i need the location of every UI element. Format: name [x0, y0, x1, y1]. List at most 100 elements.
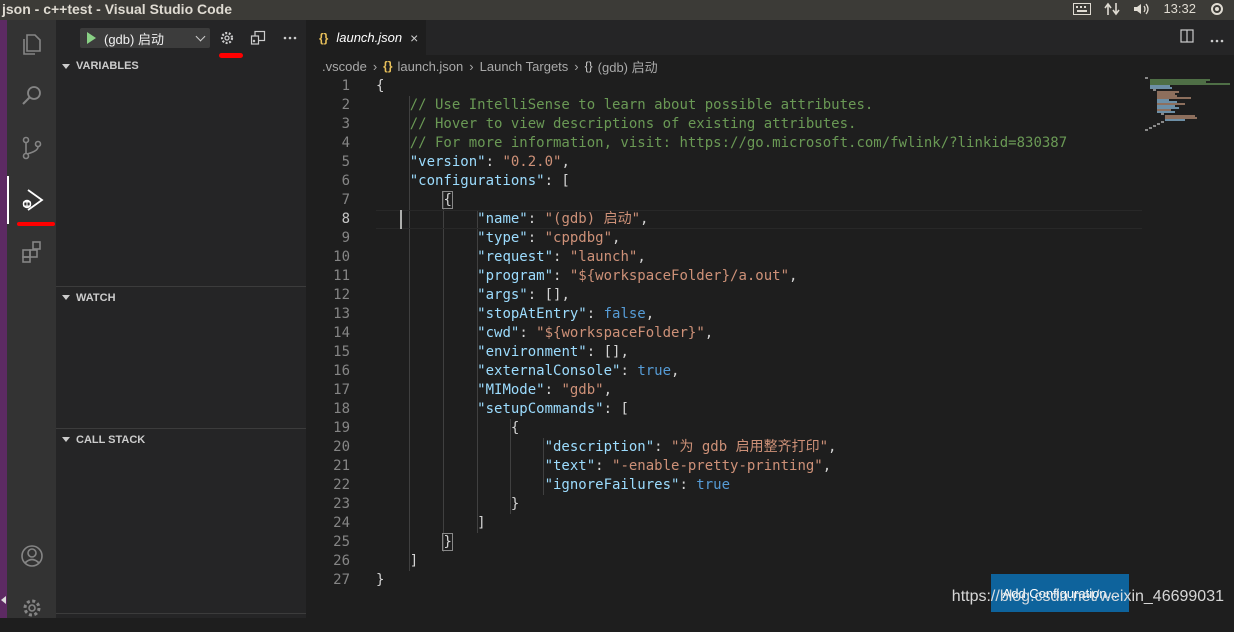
activity-bar [7, 20, 56, 618]
close-icon[interactable]: × [410, 30, 418, 46]
breadcrumb-separator: › [373, 59, 377, 74]
variables-section-header[interactable]: VARIABLES [56, 55, 306, 77]
start-debugging-icon[interactable] [87, 32, 96, 44]
code-line: 26 ] [306, 552, 1146, 571]
debug-config-select[interactable]: (gdb) 启动 [80, 28, 210, 48]
account-icon[interactable] [7, 532, 56, 580]
debug-toolbar: (gdb) 启动 [56, 20, 306, 54]
keyboard-icon[interactable] [1073, 2, 1091, 16]
breadcrumb-item[interactable]: .vscode [322, 59, 367, 74]
open-launch-json-gear-icon[interactable] [217, 28, 237, 48]
code-text: "stopAtEntry": false, [376, 305, 654, 324]
tab-label: launch.json [336, 30, 402, 45]
chevron-down-icon [62, 64, 70, 69]
code-text: { [376, 419, 519, 438]
variables-section-title: VARIABLES [76, 60, 139, 72]
json-key: "name" [477, 211, 528, 227]
minimap-line [1161, 113, 1164, 115]
chevron-down-icon [62, 437, 70, 442]
line-number: 17 [306, 381, 350, 400]
bracket: ] [410, 553, 418, 569]
code-line: 22 "ignoreFailures": true [306, 476, 1146, 495]
more-actions-icon[interactable] [280, 28, 300, 48]
code-text: "program": "${workspaceFolder}/a.out", [376, 267, 797, 286]
search-icon[interactable] [7, 72, 56, 120]
minimap-line [1149, 127, 1152, 129]
code-text: ] [376, 552, 418, 571]
comment: // Hover to view descriptions of existin… [410, 116, 857, 132]
brace: { [443, 192, 451, 208]
line-number: 19 [306, 419, 350, 438]
line-number: 9 [306, 229, 350, 248]
code-text: "type": "cppdbg", [376, 229, 620, 248]
editor-actions [1180, 20, 1234, 55]
code-line: 20 "description": "为 gdb 启用整齐打印", [306, 438, 1146, 457]
json-string: "gdb" [561, 382, 603, 398]
code-line: 4 // For more information, visit: https:… [306, 134, 1146, 153]
annotation-underline [17, 222, 55, 226]
code-editor[interactable]: 1{ 2 // Use IntelliSense to learn about … [306, 77, 1234, 618]
json-key: "program" [477, 268, 553, 284]
call-stack-section-header[interactable]: CALL STACK [56, 428, 306, 450]
split-editor-icon[interactable] [1180, 29, 1194, 46]
json-key: "version" [410, 154, 486, 170]
minimap-line [1145, 129, 1148, 131]
network-icon[interactable] [1103, 2, 1121, 16]
code-text: } [376, 495, 519, 514]
json-string: "${workspaceFolder}" [536, 325, 705, 341]
json-string: "(gdb) 启动" [545, 211, 640, 227]
minimap[interactable] [1145, 77, 1230, 137]
line-number: 8 [306, 210, 350, 229]
code-text: "ignoreFailures": true [376, 476, 730, 495]
json-boolean: true [637, 363, 671, 379]
json-string: "-enable-pretty-printing" [612, 458, 823, 474]
code-text: "request": "launch", [376, 248, 646, 267]
code-text: "description": "为 gdb 启用整齐打印", [376, 438, 836, 457]
breadcrumb-item[interactable]: launch.json [398, 59, 464, 74]
chevron-down-icon[interactable] [196, 31, 206, 41]
code-text: { [376, 77, 384, 96]
code-line: 8 "name": "(gdb) 启动", [306, 210, 1146, 229]
line-number: 25 [306, 533, 350, 552]
breakpoints-section-divider [56, 613, 306, 618]
debug-console-icon[interactable] [248, 28, 268, 48]
breadcrumb-item[interactable]: (gdb) 启动 [598, 57, 658, 76]
code-text: "environment": [], [376, 343, 629, 362]
run-debug-icon[interactable] [7, 176, 56, 224]
json-file-icon: {} [383, 59, 392, 73]
volume-icon[interactable] [1133, 2, 1151, 16]
explorer-icon[interactable] [7, 20, 56, 68]
system-title-bar: json - c++test - Visual Studio Code 13:3… [0, 0, 1234, 20]
extensions-icon[interactable] [7, 228, 56, 276]
json-key: "environment" [477, 344, 587, 360]
breadcrumb-item[interactable]: Launch Targets [480, 59, 569, 74]
more-actions-icon[interactable] [1210, 30, 1224, 46]
debug-config-label: (gdb) 启动 [104, 29, 164, 48]
manage-gear-icon[interactable] [7, 584, 56, 632]
line-number: 26 [306, 552, 350, 571]
code-text: "setupCommands": [ [376, 400, 629, 419]
tab-launch-json[interactable]: {} launch.json × [306, 20, 426, 55]
code-line: 25 } [306, 533, 1146, 552]
clock[interactable]: 13:32 [1163, 1, 1196, 16]
code-line: 19 { [306, 419, 1146, 438]
code-line: 3 // Hover to view descriptions of exist… [306, 115, 1146, 134]
comment: // For more information, visit: https://… [410, 135, 1067, 151]
json-key: "ignoreFailures" [545, 477, 680, 493]
launcher-arrow-icon [1, 596, 6, 604]
json-key: "stopAtEntry" [477, 306, 587, 322]
line-number: 21 [306, 457, 350, 476]
editor-tab-bar: {} launch.json × [306, 20, 1234, 55]
code-line: 5 "version": "0.2.0", [306, 153, 1146, 172]
watch-section-header[interactable]: WATCH [56, 286, 306, 308]
source-control-icon[interactable] [7, 124, 56, 172]
watermark: https://blog.csdn.net/weixin_46699031 [952, 588, 1224, 606]
json-key: "description" [545, 439, 655, 455]
line-number: 4 [306, 134, 350, 153]
power-gear-icon[interactable] [1208, 2, 1226, 16]
line-number: 11 [306, 267, 350, 286]
window-title: json - c++test - Visual Studio Code [2, 1, 232, 17]
json-string: "launch" [570, 249, 637, 265]
json-key: "setupCommands" [477, 401, 603, 417]
json-string: "cppdbg" [545, 230, 612, 246]
